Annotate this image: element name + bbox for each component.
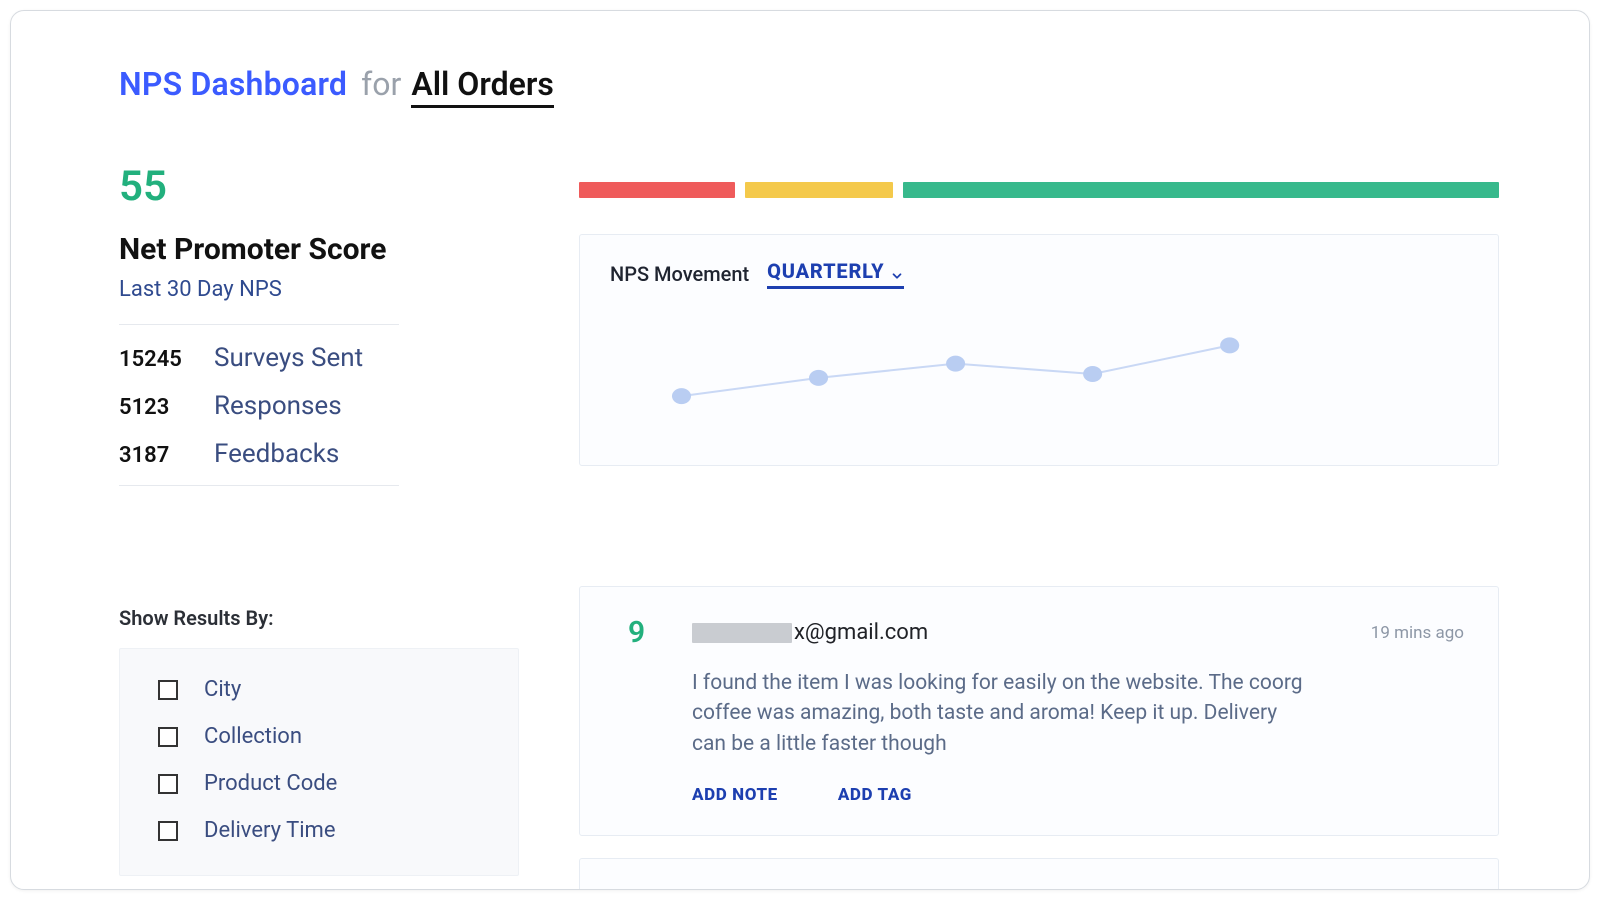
page-title-for: for — [361, 65, 401, 103]
feedback-timestamp: 19 mins ago — [1371, 623, 1464, 643]
nps-movement-card: NPS Movement QUARTERLY — [579, 234, 1499, 466]
stat-value-surveys: 15245 — [119, 347, 214, 372]
passives-segment — [745, 182, 892, 198]
page-title: NPS Dashboard — [119, 65, 347, 103]
scope-selector[interactable]: All Orders — [411, 65, 553, 108]
feedback-email-redacted — [692, 623, 792, 643]
chevron-down-icon — [890, 264, 904, 278]
filter-city[interactable]: City — [158, 677, 488, 702]
feedback-card-next — [579, 858, 1499, 890]
nps-movement-chart — [610, 299, 1468, 449]
stats-block: 15245 Surveys Sent 5123 Responses 3187 F… — [119, 343, 519, 469]
filter-label: Collection — [204, 724, 302, 749]
filters-title: Show Results By: — [119, 606, 519, 630]
nps-movement-range-selector[interactable]: QUARTERLY — [767, 259, 904, 289]
stat-label-feedbacks: Feedbacks — [214, 439, 519, 469]
checkbox-icon[interactable] — [158, 727, 178, 747]
checkbox-icon[interactable] — [158, 821, 178, 841]
app-frame: NPS Dashboard for All Orders 55 Net Prom… — [10, 10, 1590, 890]
add-note-button[interactable]: ADD NOTE — [692, 785, 778, 805]
filter-label: City — [204, 677, 241, 702]
nps-distribution-bar — [579, 182, 1499, 198]
divider — [119, 324, 399, 325]
filter-label: Delivery Time — [204, 818, 336, 843]
stat-value-feedbacks: 3187 — [119, 443, 214, 468]
filter-delivery-time[interactable]: Delivery Time — [158, 818, 488, 843]
sidebar: 55 Net Promoter Score Last 30 Day NPS 15… — [119, 166, 519, 890]
nps-score-title: Net Promoter Score — [119, 232, 519, 267]
nps-score-subtitle: Last 30 Day NPS — [119, 277, 519, 302]
promoters-segment — [903, 182, 1499, 198]
checkbox-icon[interactable] — [158, 774, 178, 794]
feedback-card: 9 x@gmail.com 19 mins ago I found the it… — [579, 586, 1499, 836]
main: NPS Movement QUARTERLY 9 — [579, 166, 1499, 890]
checkbox-icon[interactable] — [158, 680, 178, 700]
filter-label: Product Code — [204, 771, 337, 796]
filters: Show Results By: City Collection Product… — [119, 606, 519, 876]
feedback-email: x@gmail.com — [794, 620, 928, 645]
nps-score-value: 55 — [119, 166, 519, 208]
filter-collection[interactable]: Collection — [158, 724, 488, 749]
page-header: NPS Dashboard for All Orders — [119, 65, 1499, 108]
feedback-body: I found the item I was looking for easil… — [692, 668, 1312, 759]
nps-movement-range-label: QUARTERLY — [767, 259, 884, 283]
stat-label-responses: Responses — [214, 391, 519, 421]
feedback-score: 9 — [628, 615, 692, 650]
add-tag-button[interactable]: ADD TAG — [838, 785, 912, 805]
nps-movement-title: NPS Movement — [610, 262, 749, 286]
filters-box: City Collection Product Code Delivery Ti… — [119, 648, 519, 876]
filter-product-code[interactable]: Product Code — [158, 771, 488, 796]
stat-value-responses: 5123 — [119, 395, 214, 420]
detractors-segment — [579, 182, 735, 198]
divider — [119, 485, 399, 486]
stat-label-surveys: Surveys Sent — [214, 343, 519, 373]
